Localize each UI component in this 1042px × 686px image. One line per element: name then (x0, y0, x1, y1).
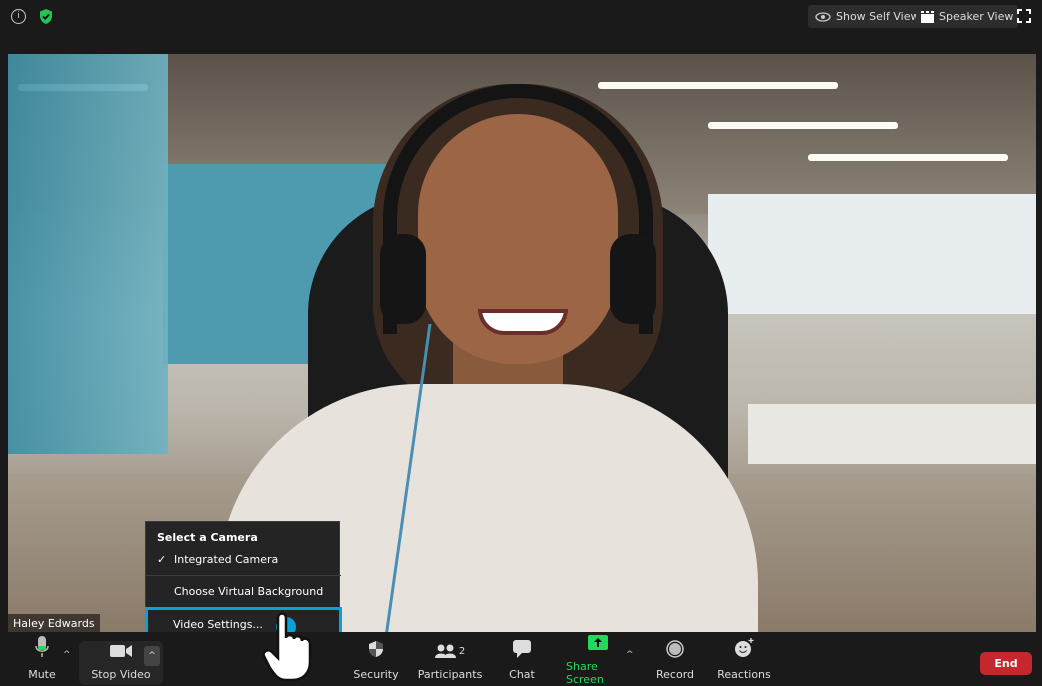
video-options-caret-button[interactable]: ^ (144, 646, 160, 666)
video-camera-icon (110, 645, 132, 657)
audio-options-caret-icon[interactable]: ^ (63, 650, 71, 660)
info-icon[interactable]: i (11, 9, 26, 24)
chat-button[interactable]: Chat (506, 632, 538, 686)
chat-label: Chat (509, 668, 535, 681)
camera-menu-heading: Select a Camera (157, 531, 258, 544)
menu-item-label: Integrated Camera (174, 552, 279, 566)
video-headset-cup (380, 234, 426, 324)
stop-video-label: Stop Video (91, 668, 151, 681)
reactions-label: Reactions (717, 668, 771, 681)
participants-icon (434, 644, 456, 658)
video-desk (748, 404, 1036, 464)
menu-divider (146, 575, 341, 576)
record-label: Record (656, 668, 695, 681)
security-label: Security (353, 668, 399, 681)
record-icon (666, 640, 684, 658)
eye-icon (815, 11, 831, 22)
speaker-view-button[interactable]: Speaker View (916, 5, 1019, 28)
checkmark-icon: ✓ (157, 552, 167, 566)
mute-label: Mute (28, 668, 56, 681)
participants-label: Participants (417, 668, 483, 681)
record-button[interactable]: Record (656, 632, 694, 686)
reactions-emoji-icon (735, 638, 754, 657)
menu-item-integrated-camera[interactable]: ✓ Integrated Camera (146, 545, 341, 573)
microphone-icon (35, 636, 49, 657)
video-glass-wall (8, 54, 168, 454)
stop-video-button[interactable]: Stop Video (90, 632, 152, 686)
participant-name-label: Haley Edwards (8, 614, 100, 633)
pointer-hand-icon (262, 612, 312, 682)
menu-item-label: Choose Virtual Background (174, 584, 324, 598)
chat-icon (513, 640, 531, 658)
fullscreen-icon[interactable] (1017, 9, 1031, 23)
mute-button[interactable]: Mute (22, 632, 62, 686)
ceiling-light (598, 82, 838, 89)
show-self-view-button[interactable]: Show Self View (808, 5, 927, 28)
participants-count: 2 (458, 646, 466, 657)
video-windows (708, 194, 1036, 314)
menu-item-label: Video Settings... (173, 618, 263, 631)
share-screen-button[interactable]: Share Screen (566, 632, 630, 686)
speaker-view-icon (921, 10, 934, 23)
ceiling-light (708, 122, 898, 129)
participants-button[interactable]: 2 Participants (417, 632, 483, 686)
shield-icon (369, 641, 383, 657)
share-screen-icon (588, 635, 608, 650)
end-meeting-button[interactable]: End (980, 652, 1032, 675)
top-bar: i Show Self View Speaker View (0, 0, 1042, 34)
video-headset-cup (610, 234, 656, 324)
security-button[interactable]: Security (353, 632, 399, 686)
show-self-view-label: Show Self View (836, 10, 920, 23)
encryption-shield-icon[interactable] (38, 8, 54, 25)
share-screen-label: Share Screen (566, 660, 604, 686)
ceiling-light (808, 154, 1008, 161)
reactions-button[interactable]: Reactions (717, 632, 771, 686)
menu-item-virtual-background[interactable]: Choose Virtual Background (146, 577, 341, 605)
share-options-caret-icon[interactable]: ^ (626, 650, 634, 660)
speaker-view-label: Speaker View (939, 10, 1014, 23)
